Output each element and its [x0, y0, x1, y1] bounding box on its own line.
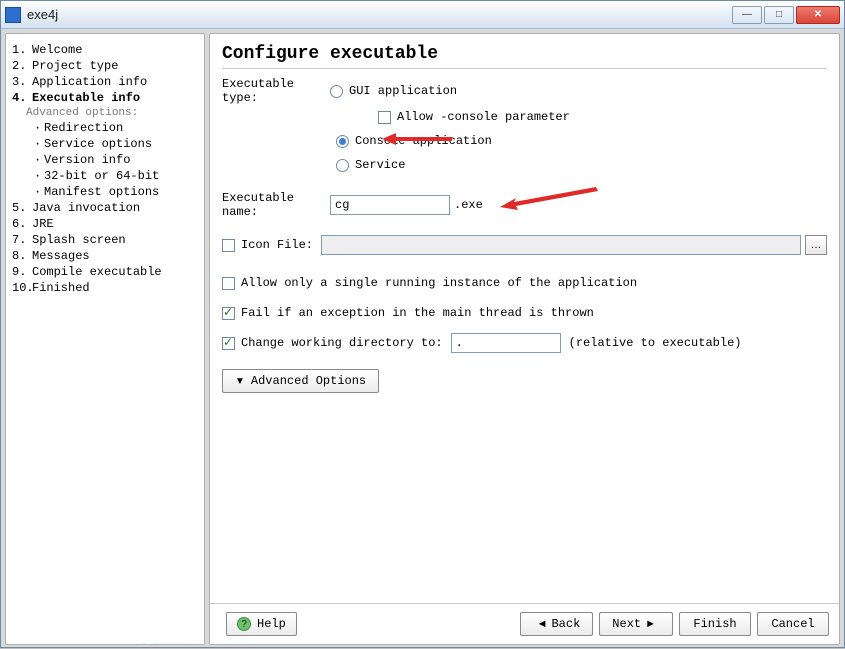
radio-gui-label: GUI application — [349, 84, 457, 98]
check-fail-exception[interactable] — [222, 307, 235, 320]
titlebar: exe4j — □ ✕ — [1, 1, 844, 29]
step-project-type[interactable]: 2.Project type — [12, 58, 200, 74]
window: exe4j — □ ✕ 1.Welcome 2.Project type 3.A… — [0, 0, 845, 648]
help-button[interactable]: ? Help — [226, 612, 297, 636]
single-instance-label: Allow only a single running instance of … — [241, 276, 637, 290]
client-area: 1.Welcome 2.Project type 3.Application i… — [1, 29, 844, 649]
step-jre[interactable]: 6.JRE — [12, 216, 200, 232]
close-button[interactable]: ✕ — [796, 6, 840, 24]
main-panel: Configure executable Executable type: GU… — [209, 33, 840, 645]
change-cwd-label: Change working directory to: — [241, 336, 443, 350]
substep-version-info[interactable]: ·Version info — [12, 152, 200, 168]
check-icon-file[interactable] — [222, 239, 235, 252]
step-welcome[interactable]: 1.Welcome — [12, 42, 200, 58]
substep-redirection[interactable]: ·Redirection — [12, 120, 200, 136]
window-title: exe4j — [27, 7, 58, 22]
icon-file-browse-button[interactable]: … — [805, 235, 827, 255]
wizard-sidebar: 1.Welcome 2.Project type 3.Application i… — [5, 33, 205, 645]
radio-console-application[interactable] — [336, 135, 349, 148]
window-buttons: — □ ✕ — [732, 6, 840, 24]
cwd-input[interactable] — [451, 333, 561, 353]
check-single-instance[interactable] — [222, 277, 235, 290]
help-icon: ? — [237, 617, 251, 631]
check-change-cwd[interactable] — [222, 337, 235, 350]
advanced-options-heading: Advanced options: — [12, 106, 200, 120]
exec-name-label: Executable name: — [222, 191, 330, 219]
next-button[interactable]: Next► — [599, 612, 673, 636]
sidebar-watermark: exe4j — [129, 638, 198, 645]
finish-button[interactable]: Finish — [679, 612, 751, 636]
check-allow-console[interactable] — [378, 111, 391, 124]
advanced-options-button[interactable]: ▼ Advanced Options — [222, 369, 379, 393]
step-splash-screen[interactable]: 7.Splash screen — [12, 232, 200, 248]
icon-file-label: Icon File: — [241, 238, 315, 252]
step-finished[interactable]: 10.Finished — [12, 280, 200, 296]
button-bar: ? Help ◄Back Next► Finish Cancel — [210, 603, 839, 644]
chevron-down-icon: ▼ — [235, 376, 245, 387]
page-title: Configure executable — [222, 44, 827, 69]
app-icon — [5, 7, 21, 23]
annotation-arrow — [500, 185, 600, 219]
step-application-info[interactable]: 3.Application info — [12, 74, 200, 90]
maximize-button[interactable]: □ — [764, 6, 794, 24]
substep-service-options[interactable]: ·Service options — [12, 136, 200, 152]
icon-file-input — [321, 235, 801, 255]
exec-type-label: Executable type: — [222, 77, 330, 105]
fail-exception-label: Fail if an exception in the main thread … — [241, 306, 594, 320]
step-executable-info[interactable]: 4.Executable info — [12, 90, 200, 106]
step-java-invocation[interactable]: 5.Java invocation — [12, 200, 200, 216]
allow-console-label: Allow -console parameter — [397, 110, 570, 124]
cancel-button[interactable]: Cancel — [757, 612, 829, 636]
substep-manifest-options[interactable]: ·Manifest options — [12, 184, 200, 200]
step-messages[interactable]: 8.Messages — [12, 248, 200, 264]
cwd-hint: (relative to executable) — [569, 336, 742, 350]
wizard-steps: 1.Welcome 2.Project type 3.Application i… — [12, 42, 200, 296]
step-compile-executable[interactable]: 9.Compile executable — [12, 264, 200, 280]
exec-extension: .exe — [454, 198, 483, 212]
radio-gui-application[interactable] — [330, 85, 343, 98]
exec-name-input[interactable] — [330, 195, 450, 215]
radio-service-label: Service — [355, 158, 405, 172]
content-area: Configure executable Executable type: GU… — [210, 34, 839, 603]
minimize-button[interactable]: — — [732, 6, 762, 24]
back-button[interactable]: ◄Back — [520, 612, 594, 636]
radio-console-label: Console application — [355, 134, 492, 148]
substep-32-64-bit[interactable]: ·32-bit or 64-bit — [12, 168, 200, 184]
radio-service[interactable] — [336, 159, 349, 172]
